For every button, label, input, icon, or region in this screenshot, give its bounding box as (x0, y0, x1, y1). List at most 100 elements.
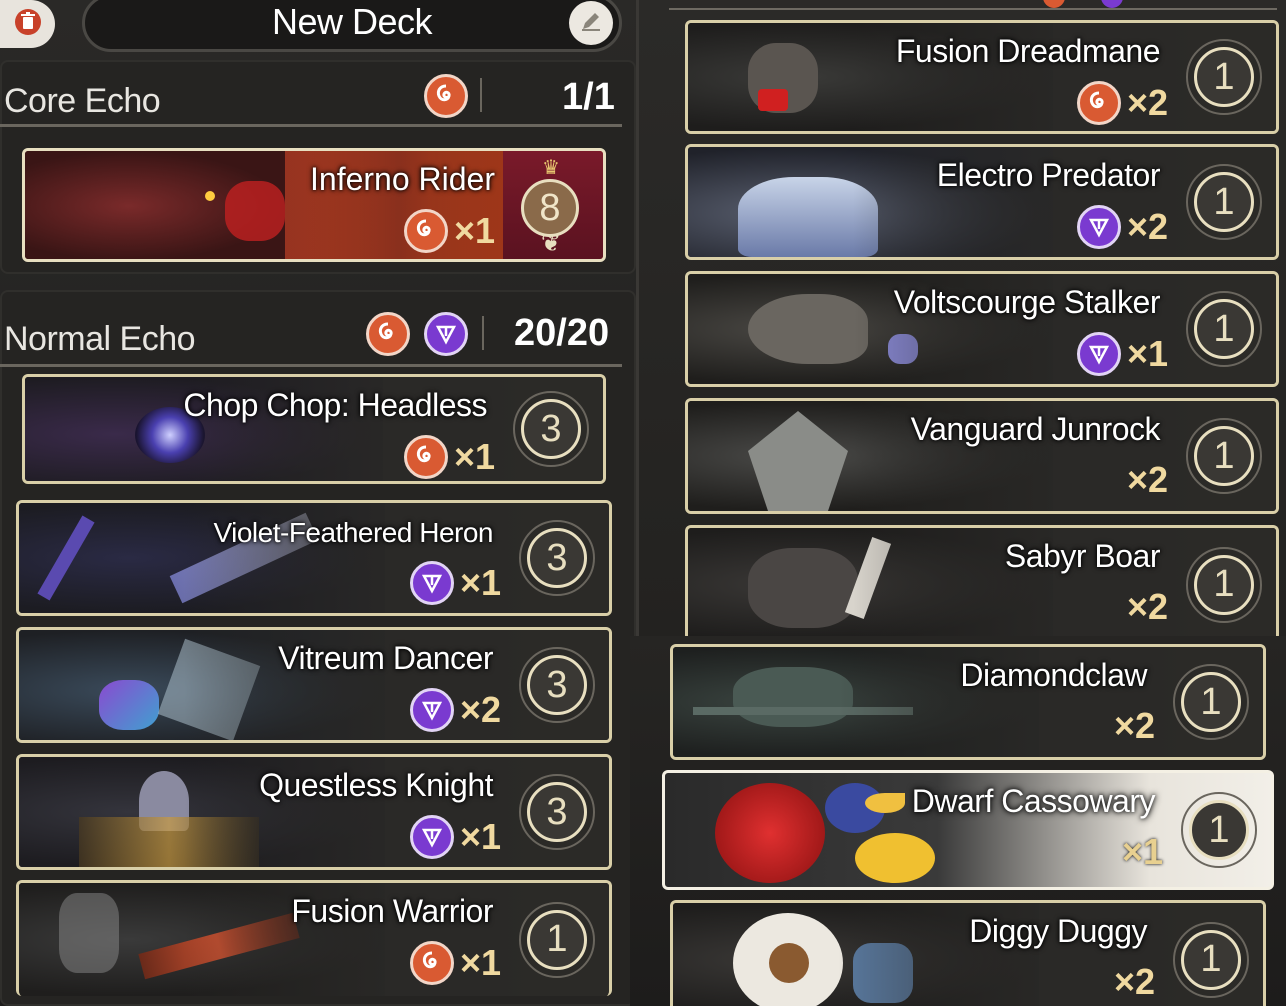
fusion-element-icon (1043, 0, 1065, 8)
card-quantity: ×2 (1127, 459, 1168, 501)
section-divider (0, 124, 622, 127)
card-quantity: ×2 (409, 688, 501, 732)
card-cost: 1 (1194, 47, 1254, 107)
fusion-element-icon (403, 435, 448, 479)
card-name: Vanguard Junrock (910, 411, 1161, 447)
core-echo-title: Core Echo (4, 82, 161, 120)
card-quantity: ×2 (1114, 705, 1155, 747)
deck-name: New Deck (271, 1, 433, 42)
fusion-element-icon (366, 312, 410, 356)
card-name: Fusion Dreadmane (895, 33, 1161, 69)
card-multiplier: ×1 (453, 210, 495, 251)
card-cost-ring: 1 (1173, 664, 1249, 740)
card-multiplier: ×1 (459, 816, 501, 857)
card-list-panel-bottom[interactable]: Diamondclaw ×2 1 Dwarf Cassowary ×1 1 Di… (630, 636, 1286, 1006)
card-cost: 3 (527, 655, 587, 715)
card-name: Electro Predator (936, 157, 1161, 193)
electro-element-icon (424, 312, 468, 356)
card-art-mouth (758, 89, 788, 111)
card-electro-predator[interactable]: Electro Predator ×2 1 (685, 144, 1279, 260)
card-voltscourge-stalker[interactable]: Voltscourge Stalker ×1 1 (685, 271, 1279, 387)
card-name: Diamondclaw (960, 657, 1147, 693)
card-cost-ring: 1 (519, 901, 595, 978)
card-cost-ring: 1 (1186, 546, 1262, 623)
card-cost: 1 (1181, 929, 1241, 990)
card-cost: 1 (1194, 172, 1254, 232)
card-multiplier: ×2 (459, 689, 501, 730)
card-vanguard-junrock[interactable]: Vanguard Junrock ×2 1 (685, 398, 1279, 514)
card-cost: 1 (1189, 800, 1249, 860)
card-multiplier: ×2 (1126, 586, 1168, 627)
card-art-head (748, 294, 868, 364)
card-quantity: ×1 (403, 435, 495, 479)
pencil-icon (579, 9, 603, 38)
normal-echo-title: Normal Echo (4, 320, 196, 358)
electro-element-icon (1101, 0, 1123, 8)
card-name: Violet-Feathered Heron (213, 517, 493, 548)
card-quantity: ×1 (403, 209, 495, 253)
delete-deck-button[interactable] (0, 0, 55, 48)
card-quantity: ×1 (1122, 831, 1163, 873)
card-cost-ring: 1 (1186, 39, 1262, 115)
card-cost: 1 (1194, 554, 1254, 615)
card-violet-feathered-heron[interactable]: Violet-Feathered Heron ×1 3 (16, 500, 612, 616)
card-quantity: ×1 (409, 561, 501, 605)
wings-icon: ❦ (540, 230, 562, 257)
card-cost: 3 (527, 528, 587, 588)
card-quantity: ×2 (1076, 81, 1168, 125)
card-name: Diggy Duggy (969, 913, 1147, 949)
section-divider (669, 8, 1277, 10)
card-fusion-dreadmane[interactable]: Fusion Dreadmane ×2 1 (685, 20, 1279, 134)
card-name: Inferno Rider (310, 161, 495, 197)
card-quantity: ×2 (1114, 961, 1155, 1003)
electro-element-icon (409, 815, 454, 859)
card-name: Vitreum Dancer (278, 640, 493, 676)
divider (482, 316, 484, 350)
card-cost-ring: 1 (1186, 418, 1262, 494)
card-cost: 1 (1194, 299, 1254, 359)
card-vitreum-dancer[interactable]: Vitreum Dancer ×2 3 (16, 627, 612, 743)
card-multiplier: ×1 (1121, 831, 1163, 872)
section-divider (0, 364, 622, 367)
core-cost-badge: ♛ 8 ❦ (503, 151, 603, 259)
card-cost-ring: 3 (519, 520, 595, 596)
card-diggy-duggy[interactable]: Diggy Duggy ×2 1 (670, 900, 1266, 1006)
card-name: Dwarf Cassowary (911, 783, 1156, 819)
deck-name-field[interactable]: New Deck (82, 0, 622, 52)
card-multiplier: ×1 (453, 436, 495, 477)
fusion-element-icon (424, 74, 468, 118)
card-list-panel-top[interactable]: Fusion Dreadmane ×2 1 Electro Predator ×… (636, 0, 1286, 636)
electro-element-icon (1076, 205, 1121, 249)
card-art-detail (225, 181, 285, 241)
card-cost: 3 (527, 782, 587, 842)
electro-element-icon (1076, 332, 1121, 376)
card-diamondclaw[interactable]: Diamondclaw ×2 1 (670, 644, 1266, 760)
card-art-body (855, 833, 935, 883)
card-name: Questless Knight (259, 767, 493, 803)
card-cost: 1 (527, 909, 587, 970)
card-questless-knight[interactable]: Questless Knight ×1 3 (16, 754, 612, 870)
edit-deck-name-button[interactable] (569, 1, 613, 45)
card-inferno-rider[interactable]: Inferno Rider ×1 ♛ 8 ❦ (22, 148, 606, 262)
card-art-plume (715, 783, 825, 883)
card-art-beak (865, 793, 905, 813)
card-chop-chop-headless[interactable]: Chop Chop: Headless ×1 3 (22, 374, 606, 484)
card-multiplier: ×2 (1126, 206, 1168, 247)
normal-echo-count: 20/20 (514, 312, 610, 354)
card-dwarf-cassowary[interactable]: Dwarf Cassowary ×1 1 (662, 770, 1274, 890)
electro-element-icon (409, 561, 454, 605)
card-fusion-warrior[interactable]: Fusion Warrior ×1 1 (16, 880, 612, 996)
card-multiplier: ×2 (1126, 459, 1168, 500)
card-multiplier: ×2 (1113, 961, 1155, 1002)
card-multiplier: ×1 (459, 942, 501, 983)
electro-element-icon (409, 688, 454, 732)
card-cost-ring: 1 (1186, 164, 1262, 240)
card-multiplier: ×1 (1126, 333, 1168, 374)
card-art-detail (99, 680, 159, 730)
card-quantity: ×1 (409, 815, 501, 859)
card-sabyr-boar[interactable]: Sabyr Boar ×2 1 (685, 525, 1279, 636)
card-quantity: ×2 (1076, 205, 1168, 249)
trash-icon (14, 8, 41, 41)
card-art-eye (205, 191, 215, 201)
card-cost-ring: 3 (519, 774, 595, 850)
